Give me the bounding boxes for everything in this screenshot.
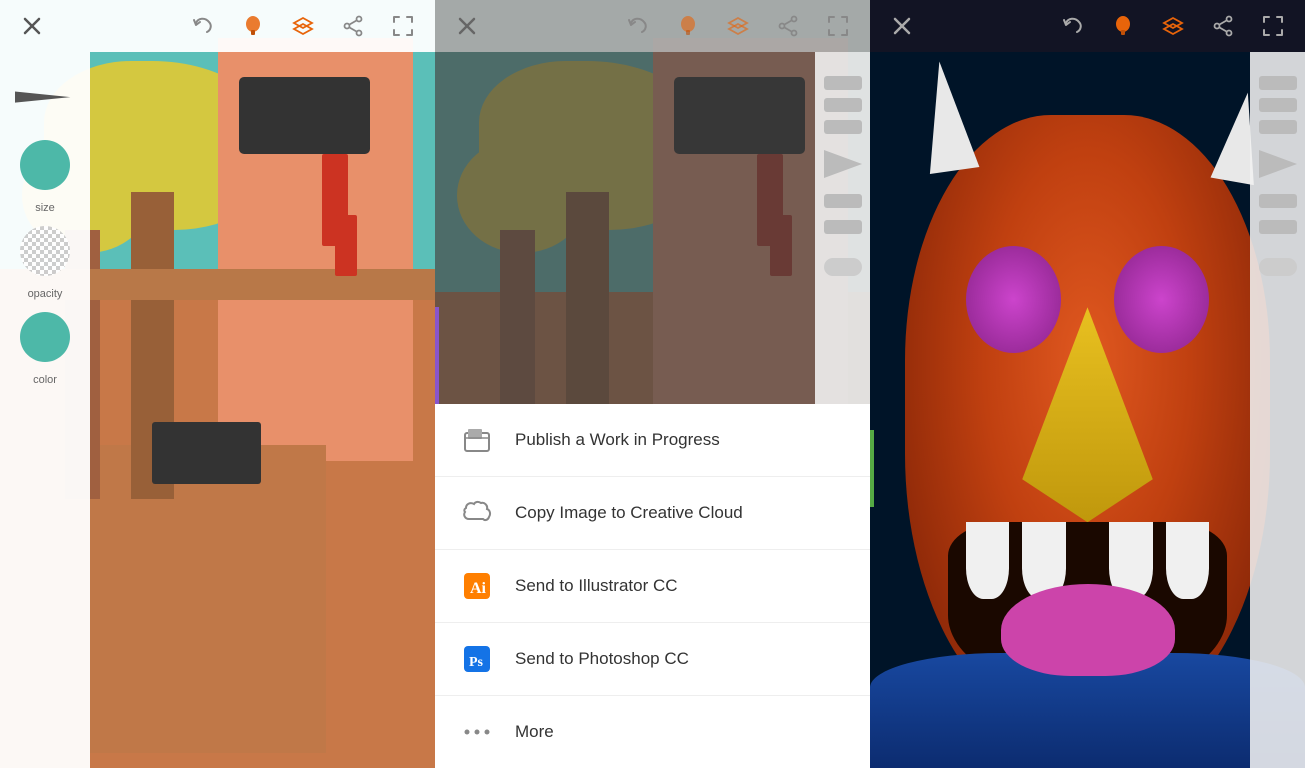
opacity-label: opacity xyxy=(28,288,63,300)
color-label: color xyxy=(33,374,57,386)
undo-button-3[interactable] xyxy=(1057,10,1089,42)
menu-item-publish[interactable]: Publish a Work in Progress xyxy=(435,404,870,477)
slider-1[interactable] xyxy=(824,76,862,90)
fullscreen-button[interactable] xyxy=(387,10,419,42)
dropdown-menu: Publish a Work in Progress Copy Image to… xyxy=(435,404,870,768)
menu-item-illustrator[interactable]: Ai Send to Illustrator CC xyxy=(435,550,870,623)
menu-label-publish: Publish a Work in Progress xyxy=(515,430,720,450)
menu-item-photoshop[interactable]: Ps Send to Photoshop CC xyxy=(435,623,870,696)
green-accent xyxy=(870,430,874,507)
close-button-3[interactable] xyxy=(886,10,918,42)
share-button-2[interactable] xyxy=(772,10,804,42)
share-button[interactable] xyxy=(337,10,369,42)
slider-pill[interactable] xyxy=(824,258,862,276)
slider-bar-wide[interactable] xyxy=(824,194,862,208)
menu-item-more[interactable]: More xyxy=(435,696,870,768)
slider-3-3[interactable] xyxy=(1259,120,1297,134)
toolbar-panel-1 xyxy=(0,0,435,52)
fullscreen-button-2[interactable] xyxy=(822,10,854,42)
close-button[interactable] xyxy=(16,10,48,42)
size-label: size xyxy=(35,202,55,214)
brush-button-2[interactable] xyxy=(672,10,704,42)
slider-arrow[interactable] xyxy=(824,150,862,178)
menu-label-more: More xyxy=(515,722,554,742)
panel-2: Publish a Work in Progress Copy Image to… xyxy=(435,0,870,768)
slider-3[interactable] xyxy=(824,120,862,134)
size-control[interactable] xyxy=(20,140,70,190)
toolbar-panel-2 xyxy=(435,0,870,52)
slider-3-pill[interactable] xyxy=(1259,258,1297,276)
right-sidebar-3 xyxy=(1250,52,1305,768)
panel-3 xyxy=(870,0,1305,768)
slider-3-5[interactable] xyxy=(1259,220,1297,234)
slider-3-4[interactable] xyxy=(1259,194,1297,208)
more-icon xyxy=(459,714,495,750)
panel-1: size opacity color xyxy=(0,0,435,768)
svg-text:Ai: Ai xyxy=(470,580,487,597)
fullscreen-button-3[interactable] xyxy=(1257,10,1289,42)
slider-3-2[interactable] xyxy=(1259,98,1297,112)
illustrator-icon: Ai xyxy=(459,568,495,604)
layers-button-2[interactable] xyxy=(722,10,754,42)
close-button-2[interactable] xyxy=(451,10,483,42)
layers-button-3[interactable] xyxy=(1157,10,1189,42)
photoshop-icon: Ps xyxy=(459,641,495,677)
menu-label-illustrator: Send to Illustrator CC xyxy=(515,576,678,596)
brush-preview xyxy=(15,68,75,128)
opacity-control[interactable] xyxy=(20,226,70,276)
slider-3-arrow[interactable] xyxy=(1259,150,1297,178)
svg-text:Ps: Ps xyxy=(469,655,484,670)
slider-5[interactable] xyxy=(824,220,862,234)
share-button-3[interactable] xyxy=(1207,10,1239,42)
color-control[interactable] xyxy=(20,312,70,362)
publish-icon xyxy=(459,422,495,458)
left-sidebar: size opacity color xyxy=(0,52,90,768)
toolbar-panel-3 xyxy=(870,0,1305,52)
slider-3-1[interactable] xyxy=(1259,76,1297,90)
brush-button[interactable] xyxy=(237,10,269,42)
creative-cloud-icon xyxy=(459,495,495,531)
brush-button-3[interactable] xyxy=(1107,10,1139,42)
menu-label-copy-cc: Copy Image to Creative Cloud xyxy=(515,503,743,523)
undo-button[interactable] xyxy=(187,10,219,42)
layers-button[interactable] xyxy=(287,10,319,42)
undo-button-2[interactable] xyxy=(622,10,654,42)
menu-label-photoshop: Send to Photoshop CC xyxy=(515,649,689,669)
menu-item-copy-cc[interactable]: Copy Image to Creative Cloud xyxy=(435,477,870,550)
slider-2[interactable] xyxy=(824,98,862,112)
